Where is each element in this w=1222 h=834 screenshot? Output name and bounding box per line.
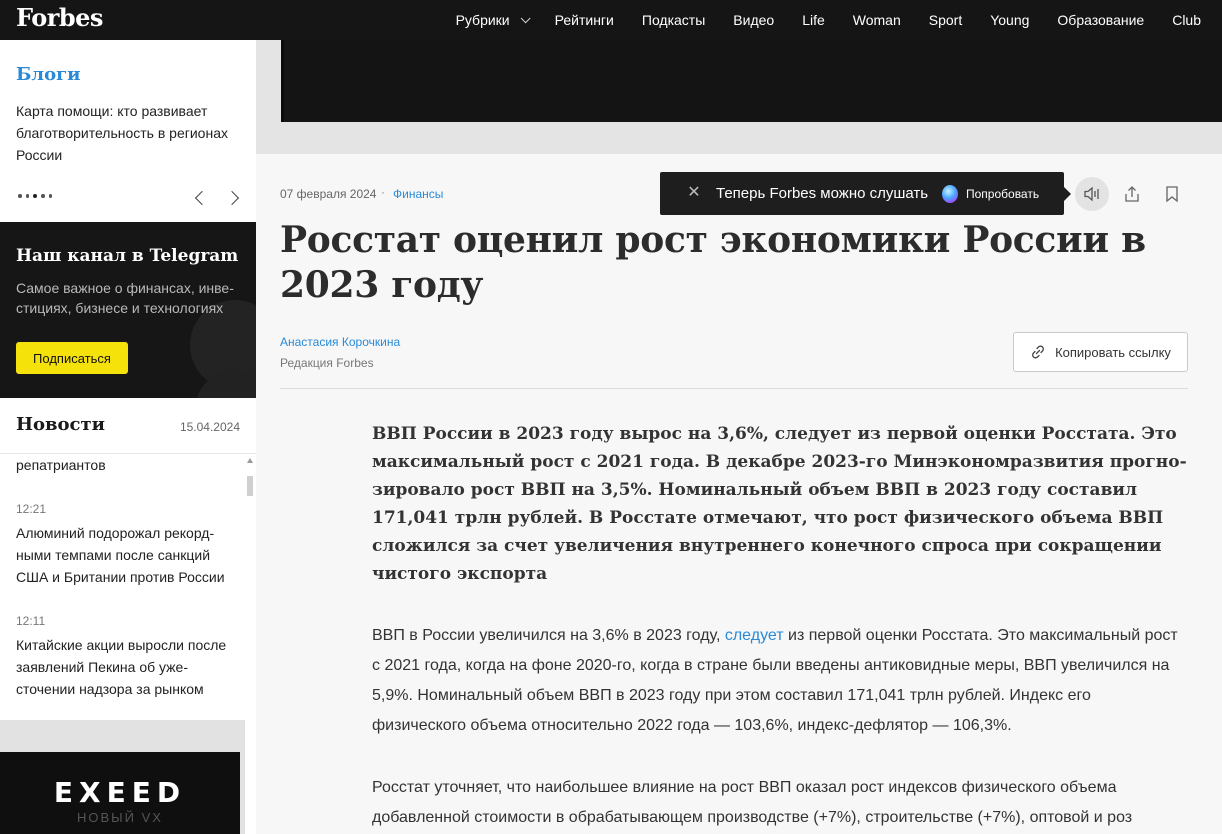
blogs-widget: Блоги Карта помощи: кто развивает благот… [0, 40, 256, 222]
bookmark-button[interactable] [1155, 177, 1189, 211]
news-title[interactable]: Новости [16, 414, 105, 435]
news-headline[interactable]: Китайские акции выросли по­сле заявлений… [16, 634, 236, 700]
nav-item-young[interactable]: Young [990, 12, 1029, 28]
telegram-promo: Наш канал в Telegram Самое важное о фина… [0, 222, 256, 398]
news-item[interactable]: 12:21 Алюминий подорожал рекорд­ными тем… [16, 502, 236, 588]
header-divider [280, 388, 1188, 389]
carousel-dots [18, 194, 52, 198]
nav-item-rubrics[interactable]: Рубрики [455, 12, 531, 28]
share-icon [1125, 186, 1139, 202]
nav-item-video[interactable]: Видео [733, 12, 774, 28]
news-time: 12:21 [16, 502, 47, 516]
forbes-logo[interactable]: Forbes [16, 3, 103, 32]
main-nav: Рубрики Рейтинги Подкасты Видео Life Wom… [456, 0, 1201, 40]
sidebar: Блоги Карта помощи: кто развивает благот… [0, 40, 256, 834]
nav-item-ratings[interactable]: Рейтинги [555, 12, 614, 28]
tooltip-text: Теперь Forbes можно слушать [716, 185, 929, 202]
news-header: Новости 15.04.2024 [0, 398, 256, 454]
top-banner[interactable] [281, 40, 1222, 122]
speaker-icon [1084, 186, 1099, 202]
meta-separator: · [381, 185, 385, 199]
carousel-prev-icon[interactable] [194, 190, 210, 206]
author-link[interactable]: Анастасия Корочкина [280, 335, 400, 349]
nav-item-woman[interactable]: Woman [853, 12, 901, 28]
nav-item-club[interactable]: Club [1172, 12, 1201, 28]
article-paragraph: ВВП в России увеличился на 3,6% в 2023 г… [372, 621, 1188, 741]
news-item-fragment[interactable]: репатриантов [16, 454, 236, 476]
copy-link-button[interactable]: Копировать ссылку [1013, 332, 1188, 372]
telegram-description: Самое важное о финансах, инве­стициях, б… [16, 280, 234, 316]
top-navigation-bar: Forbes Рубрики Рейтинги Подкасты Видео L… [0, 0, 1222, 40]
article-title: Росстат оценил рост экономики России в 2… [280, 219, 1146, 306]
listen-tooltip: ✕ Теперь Forbes можно слушать Попробоват… [660, 172, 1071, 215]
copy-link-label: Копировать ссылку [1055, 344, 1171, 360]
try-listen-button[interactable]: Попробовать [966, 187, 1039, 201]
news-item[interactable]: 12:11 Китайские акции выросли по­сле зая… [16, 614, 236, 700]
link-icon [1032, 345, 1045, 359]
news-widget: Новости 15.04.2024 репатриантов 12:21 Ал… [0, 398, 256, 720]
author-role: Редакция Forbes [280, 356, 374, 370]
bookmark-icon [1166, 186, 1178, 203]
nav-item-education[interactable]: Образование [1057, 12, 1144, 28]
subscribe-button[interactable]: Подписаться [16, 342, 128, 374]
scroll-up-arrow-icon[interactable] [247, 458, 253, 463]
news-headline[interactable]: Алюминий подорожал рекорд­ными темпами п… [16, 522, 236, 588]
nav-item-life[interactable]: Life [802, 12, 825, 28]
article-date: 07 февраля 2024 [280, 187, 377, 201]
paragraph-text: ВВП в России увеличился на 3,6% в 2023 г… [372, 627, 725, 644]
carousel-dot-active[interactable] [33, 194, 37, 198]
blogs-title[interactable]: Блоги [16, 64, 80, 85]
news-date: 15.04.2024 [179, 420, 240, 434]
article-paragraph: Росстат уточняет, что наибольшее влияние… [372, 779, 1133, 826]
news-list: репатриантов 12:21 Алюминий подорожал ре… [16, 456, 236, 700]
chevron-down-icon [520, 12, 531, 23]
carousel-next-icon[interactable] [224, 190, 240, 206]
news-time: 12:11 [16, 614, 46, 628]
carousel-dot[interactable] [41, 194, 45, 198]
article-lead: ВВП России в 2023 году вырос на 3,6%, сл… [372, 424, 1187, 584]
ad-subtitle: НОВЫЙ VX [77, 810, 163, 825]
news-scrollbar-thumb[interactable] [247, 476, 253, 496]
ad-brand: EXEED [53, 776, 187, 809]
share-button[interactable] [1115, 177, 1149, 211]
carousel-dot[interactable] [48, 194, 52, 198]
nav-item-sport[interactable]: Sport [929, 12, 962, 28]
nav-item-label: Рубрики [455, 12, 510, 28]
nav-item-podcasts[interactable]: Подкасты [642, 12, 705, 28]
carousel-dot[interactable] [18, 194, 22, 198]
audio-orb-icon [942, 185, 958, 203]
source-link[interactable]: следует [725, 627, 784, 644]
article-category-link[interactable]: Финансы [393, 187, 443, 201]
blog-post-link[interactable]: Карта помощи: кто развивает благотворите… [16, 100, 244, 166]
banner-edge [281, 40, 284, 122]
telegram-title: Наш канал в Telegram [16, 246, 239, 266]
listen-audio-button[interactable] [1075, 177, 1109, 211]
carousel-dot[interactable] [25, 194, 29, 198]
close-icon[interactable]: ✕ [686, 185, 702, 201]
